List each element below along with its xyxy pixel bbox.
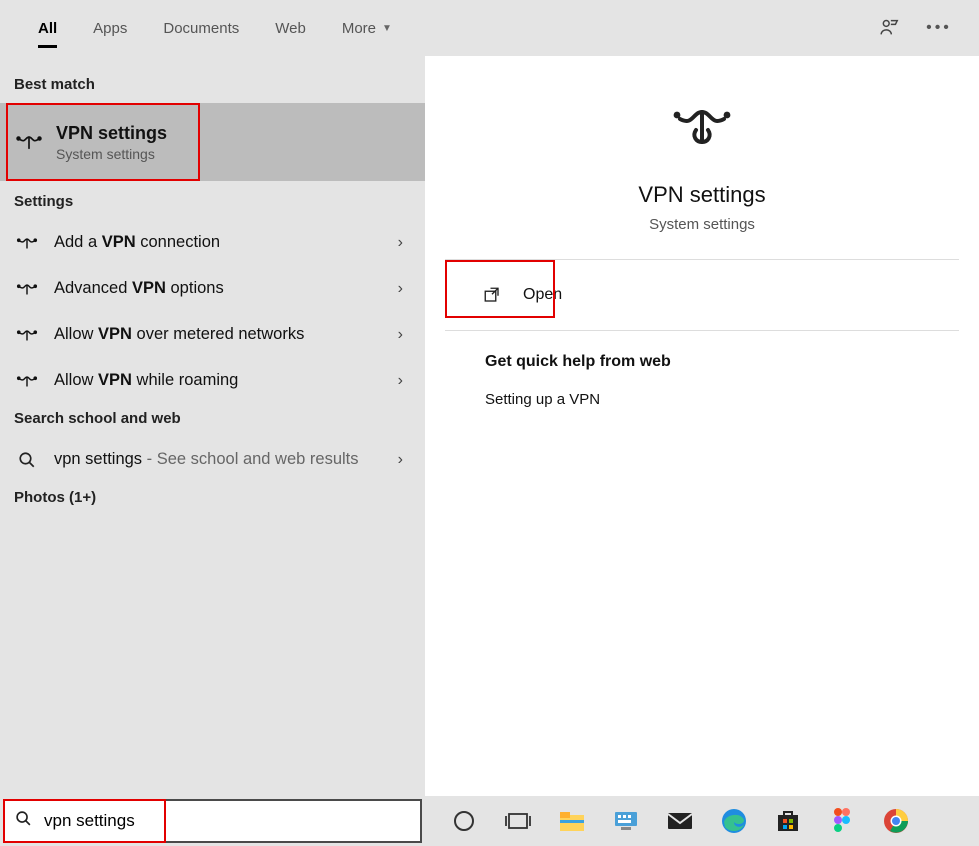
- tab-all-label: All: [38, 20, 57, 37]
- quick-help-header: Get quick help from web: [485, 353, 959, 371]
- open-app-icon: [483, 286, 501, 304]
- search-web-query: vpn settings: [54, 450, 142, 468]
- taskbar-screen-keyboard[interactable]: [609, 804, 643, 838]
- tab-apps[interactable]: Apps: [75, 0, 145, 56]
- settings-row-label: Allow VPN over metered networks: [54, 324, 398, 345]
- best-match-section: VPN settings System settings: [0, 103, 425, 181]
- taskbar-mail[interactable]: [663, 804, 697, 838]
- settings-row-label: Advanced VPN options: [54, 278, 398, 299]
- chevron-right-icon: ›: [398, 326, 411, 344]
- settings-header: Settings: [0, 187, 425, 220]
- vpn-icon: [14, 127, 44, 157]
- photos-header: Photos (1+): [0, 483, 425, 516]
- taskbar-file-explorer[interactable]: [555, 804, 589, 838]
- vpn-icon: [14, 234, 40, 252]
- chevron-right-icon: ›: [398, 372, 411, 390]
- vpn-icon: [14, 280, 40, 298]
- detail-pane: VPN settings System settings Open Get qu…: [425, 56, 979, 796]
- taskbar-icons: [425, 804, 979, 838]
- search-icon: [14, 451, 40, 469]
- chevron-right-icon: ›: [398, 451, 411, 469]
- ellipsis-icon: •••: [926, 19, 952, 37]
- settings-row-1[interactable]: Advanced VPN options›: [0, 266, 425, 312]
- tab-web[interactable]: Web: [257, 0, 324, 56]
- tab-documents[interactable]: Documents: [145, 0, 257, 56]
- settings-row-2[interactable]: Allow VPN over metered networks›: [0, 312, 425, 358]
- detail-subtitle: System settings: [649, 216, 755, 233]
- search-icon: [15, 810, 32, 832]
- chevron-right-icon: ›: [398, 234, 411, 252]
- tab-web-label: Web: [275, 20, 306, 37]
- vpn-large-icon: [667, 96, 737, 156]
- taskbar-figma[interactable]: [825, 804, 859, 838]
- more-options-button[interactable]: •••: [925, 14, 953, 42]
- taskbar-cortana[interactable]: [447, 804, 481, 838]
- best-match-result[interactable]: VPN settings System settings: [0, 103, 425, 181]
- search-web-row[interactable]: vpn settings - See school and web result…: [0, 437, 425, 483]
- taskbar-edge[interactable]: [717, 804, 751, 838]
- tab-more-label: More: [342, 20, 376, 37]
- tab-all[interactable]: All: [20, 0, 75, 56]
- best-match-subtitle: System settings: [56, 146, 167, 162]
- settings-row-3[interactable]: Allow VPN while roaming›: [0, 358, 425, 404]
- taskbar-microsoft-store[interactable]: [771, 804, 805, 838]
- search-tabs-bar: All Apps Documents Web More ▼ •••: [0, 0, 979, 56]
- settings-row-0[interactable]: Add a VPN connection›: [0, 220, 425, 266]
- tab-more[interactable]: More ▼: [324, 0, 410, 56]
- best-match-title: VPN settings: [56, 123, 167, 144]
- chevron-right-icon: ›: [398, 280, 411, 298]
- results-pane: Best match VPN settings System settings …: [0, 56, 425, 796]
- taskbar-chrome[interactable]: [879, 804, 913, 838]
- tab-documents-label: Documents: [163, 20, 239, 37]
- taskbar-search-box[interactable]: [3, 799, 422, 843]
- tab-apps-label: Apps: [93, 20, 127, 37]
- settings-row-label: Allow VPN while roaming: [54, 370, 398, 391]
- best-match-header: Best match: [0, 70, 425, 103]
- search-web-suffix: - See school and web results: [142, 450, 358, 468]
- quick-help-link[interactable]: Setting up a VPN: [485, 391, 959, 408]
- feedback-icon[interactable]: [875, 14, 903, 42]
- chevron-down-icon: ▼: [382, 23, 392, 34]
- vpn-icon: [14, 326, 40, 344]
- taskbar-task-view[interactable]: [501, 804, 535, 838]
- detail-title: VPN settings: [638, 182, 765, 208]
- search-web-label: vpn settings - See school and web result…: [54, 449, 398, 470]
- open-button[interactable]: Open: [445, 266, 959, 324]
- settings-row-label: Add a VPN connection: [54, 232, 398, 253]
- taskbar: [0, 796, 979, 846]
- search-web-header: Search school and web: [0, 404, 425, 437]
- taskbar-search-input[interactable]: [44, 811, 410, 831]
- vpn-icon: [14, 372, 40, 390]
- open-label: Open: [523, 286, 562, 304]
